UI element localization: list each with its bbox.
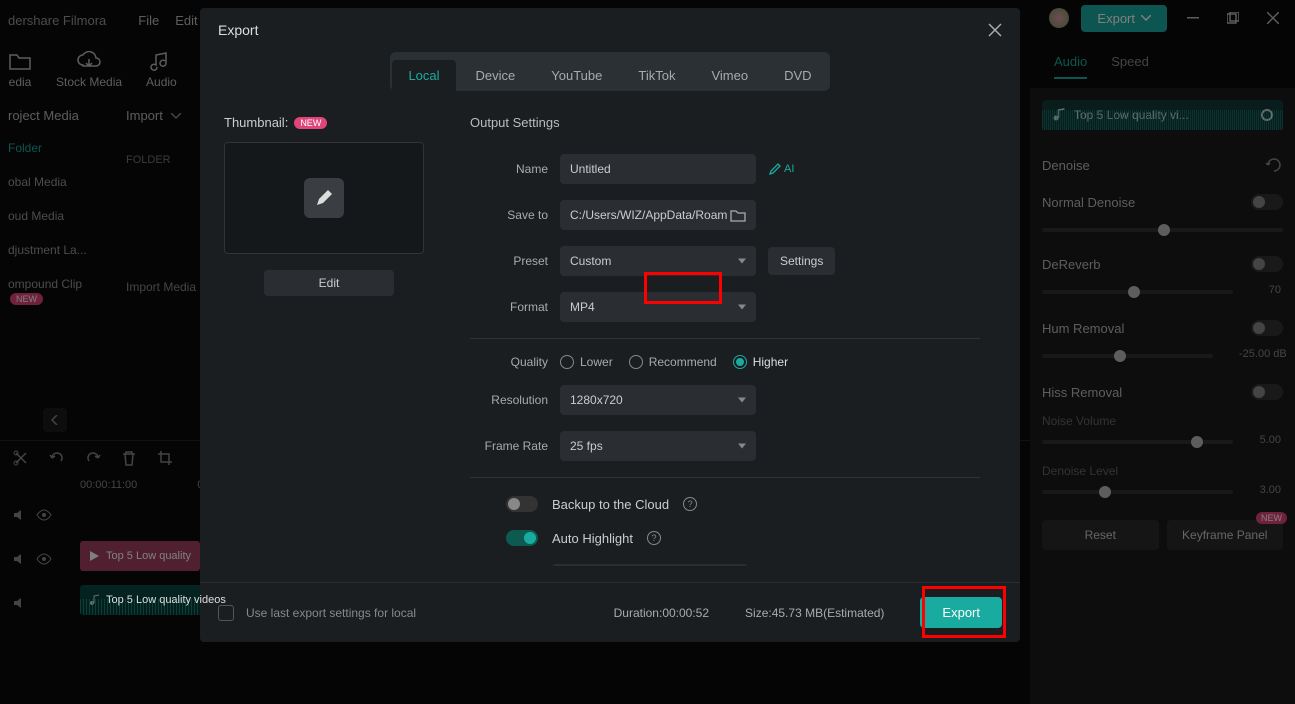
resolution-select[interactable]: 1280x720 xyxy=(560,385,756,415)
thumbnail-edit-button[interactable]: Edit xyxy=(264,270,394,296)
use-last-settings-checkbox[interactable] xyxy=(218,605,234,621)
radio-label: Higher xyxy=(753,355,788,369)
output-settings-title: Output Settings xyxy=(470,115,980,130)
auto-highlight-toggle[interactable] xyxy=(506,530,538,546)
ai-name-button[interactable]: AI xyxy=(768,162,794,176)
save-to-field[interactable]: C:/Users/WIZ/AppData/Roam xyxy=(560,200,756,230)
export-button[interactable]: Export xyxy=(920,597,1002,628)
format-label: Format xyxy=(470,300,548,314)
modal-title: Export xyxy=(218,22,988,38)
help-icon[interactable]: ? xyxy=(647,531,661,545)
preset-settings-button[interactable]: Settings xyxy=(768,247,835,275)
name-label: Name xyxy=(470,162,548,176)
format-select[interactable]: MP4 xyxy=(560,292,756,322)
quality-label: Quality xyxy=(470,355,548,369)
name-input[interactable] xyxy=(560,154,756,184)
highlight-preset-select[interactable]: 15s(TikTok) xyxy=(552,564,748,566)
backup-cloud-label: Backup to the Cloud xyxy=(552,497,669,512)
ai-label: AI xyxy=(784,163,794,175)
framerate-label: Frame Rate xyxy=(470,439,548,453)
resolution-label: Resolution xyxy=(470,393,548,407)
save-to-label: Save to xyxy=(470,208,548,222)
export-tab-local[interactable]: Local xyxy=(392,60,455,91)
clip-label: Top 5 Low quality videos xyxy=(106,594,226,606)
close-icon xyxy=(988,23,1002,37)
backup-cloud-toggle[interactable] xyxy=(506,496,538,512)
pencil-icon xyxy=(768,162,782,176)
folder-icon[interactable] xyxy=(730,208,746,222)
export-tab-vimeo[interactable]: Vimeo xyxy=(695,60,764,91)
thumbnail-label: Thumbnail: xyxy=(224,115,288,130)
auto-highlight-label: Auto Highlight xyxy=(552,531,633,546)
help-icon[interactable]: ? xyxy=(683,497,697,511)
export-modal: Export Local Device YouTube TikTok Vimeo… xyxy=(200,8,1020,642)
use-last-settings-label: Use last export settings for local xyxy=(246,606,602,620)
quality-recommend-radio[interactable]: Recommend xyxy=(629,355,717,369)
modal-close-button[interactable] xyxy=(988,23,1002,37)
thumbnail-preview[interactable] xyxy=(224,142,424,254)
export-tab-youtube[interactable]: YouTube xyxy=(535,60,618,91)
quality-higher-radio[interactable]: Higher xyxy=(733,355,788,369)
export-tab-device[interactable]: Device xyxy=(460,60,532,91)
framerate-select[interactable]: 25 fps xyxy=(560,431,756,461)
export-duration: Duration:00:00:52 xyxy=(614,606,709,620)
radio-label: Recommend xyxy=(649,355,717,369)
preset-label: Preset xyxy=(470,254,548,268)
export-tab-tiktok[interactable]: TikTok xyxy=(622,60,691,91)
export-size: Size:45.73 MB(Estimated) xyxy=(745,606,884,620)
edit-pencil-icon xyxy=(304,178,344,218)
new-badge: NEW xyxy=(294,117,327,129)
preset-select[interactable]: Custom xyxy=(560,246,756,276)
export-tab-dvd[interactable]: DVD xyxy=(768,60,827,91)
save-path: C:/Users/WIZ/AppData/Roam xyxy=(570,208,727,222)
radio-label: Lower xyxy=(580,355,613,369)
quality-lower-radio[interactable]: Lower xyxy=(560,355,613,369)
